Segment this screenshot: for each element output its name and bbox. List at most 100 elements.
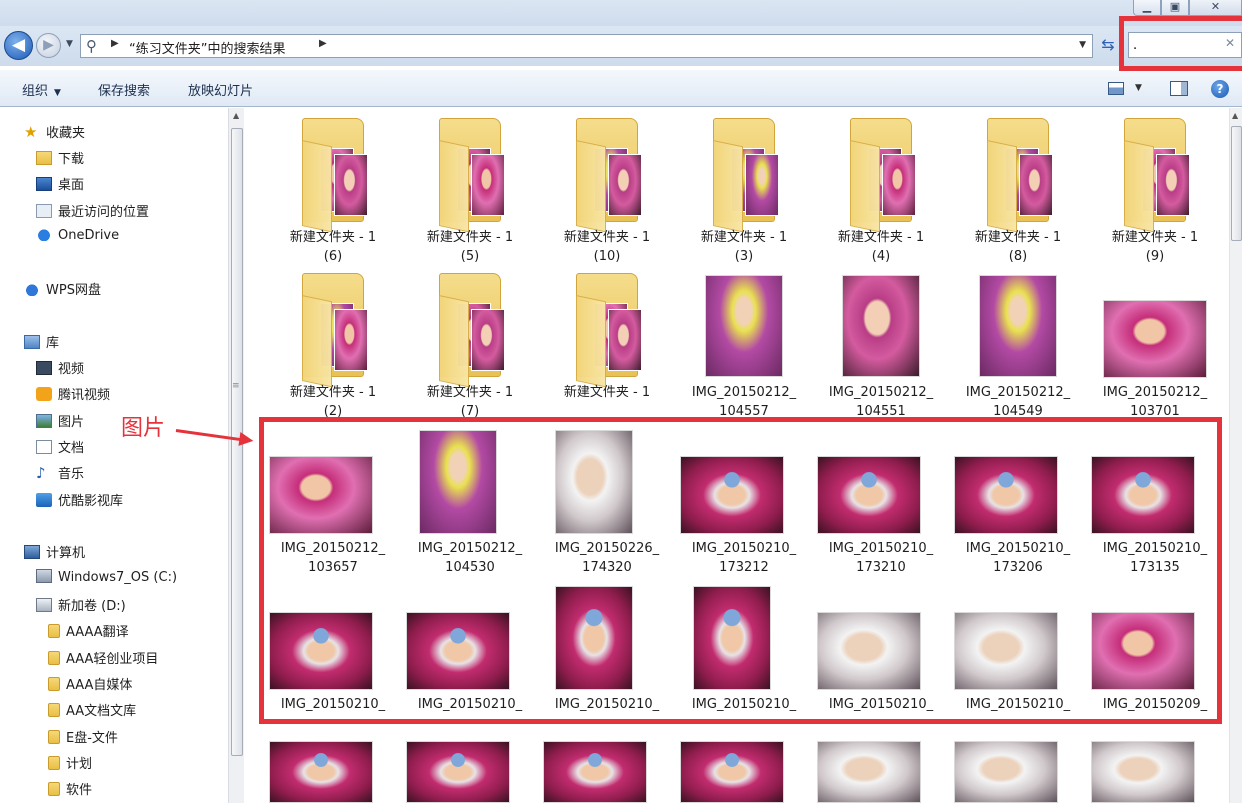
nav-documents[interactable]: 文档 bbox=[36, 437, 84, 457]
nav-scrollbar[interactable]: ▲ ≡ bbox=[228, 108, 244, 803]
help-icon[interactable]: ? bbox=[1211, 80, 1229, 98]
nav-pictures[interactable]: 图片 bbox=[36, 411, 84, 431]
item-name: IMG_20150212_ bbox=[1102, 385, 1208, 400]
title-bar: ▁ ▣ ✕ bbox=[0, 0, 1242, 26]
item-name: (4) bbox=[871, 249, 891, 264]
maximize-button[interactable]: ▣ bbox=[1161, 0, 1189, 16]
change-view-icon[interactable] bbox=[1108, 82, 1124, 95]
image-item[interactable]: IMG_20150212_ 104557 bbox=[679, 273, 809, 423]
chevron-right-icon[interactable]: ▶ bbox=[319, 38, 327, 49]
nav-label: 优酷影视库 bbox=[58, 494, 124, 509]
nav-libraries[interactable]: 库 bbox=[24, 332, 59, 352]
chevron-right-icon[interactable]: ▶ bbox=[111, 38, 119, 49]
image-thumbnail[interactable] bbox=[954, 741, 1058, 803]
nav-tencent-video[interactable]: 腾讯视频 bbox=[36, 384, 110, 404]
search-icon: ⚲ bbox=[86, 37, 97, 55]
item-name: 新建文件夹 - 1 bbox=[700, 230, 788, 245]
refresh-icon[interactable]: ⇆ bbox=[1096, 34, 1120, 58]
folder-item[interactable]: 新建文件夹 - 1 (10) bbox=[542, 118, 672, 268]
image-thumbnail[interactable] bbox=[680, 741, 784, 803]
nav-label: 计划 bbox=[66, 757, 93, 772]
nav-wps-drive[interactable]: WPS网盘 bbox=[24, 279, 101, 299]
video-library-icon bbox=[36, 361, 52, 375]
folder-icon bbox=[48, 703, 60, 717]
image-thumbnail[interactable] bbox=[269, 741, 373, 803]
library-icon bbox=[24, 335, 40, 349]
address-bar[interactable]: ⚲ ▶ “练习文件夹”中的搜索结果 ▶ ▼ bbox=[80, 34, 1093, 58]
nav-new-volume[interactable]: 新加卷 (D:) bbox=[36, 595, 126, 615]
back-button[interactable]: ◀ bbox=[4, 31, 33, 60]
folder-item[interactable]: 新建文件夹 - 1 (2) bbox=[268, 273, 398, 423]
scroll-up-icon[interactable]: ▲ bbox=[233, 111, 239, 120]
nav-onedrive[interactable]: OneDrive bbox=[36, 227, 119, 247]
image-item[interactable]: IMG_20150212_ 104551 bbox=[816, 273, 946, 423]
folder-item[interactable]: 新建文件夹 - 1 (6) bbox=[268, 118, 398, 268]
nav-folder[interactable]: AAA轻创业项目 bbox=[48, 648, 158, 668]
folder-item[interactable]: 新建文件夹 - 1 (3) bbox=[679, 118, 809, 268]
image-thumbnail[interactable] bbox=[543, 741, 647, 803]
grip-icon: ≡ bbox=[232, 381, 240, 391]
nav-label: 下载 bbox=[58, 152, 85, 167]
breadcrumb[interactable]: “练习文件夹”中的搜索结果 bbox=[129, 38, 285, 57]
nav-folder[interactable]: AAAA翻译 bbox=[48, 621, 129, 641]
nav-folder[interactable]: AA文档文库 bbox=[48, 700, 136, 720]
scroll-up-icon[interactable]: ▲ bbox=[1232, 111, 1238, 120]
documents-library-icon bbox=[36, 440, 52, 454]
item-name: IMG_20150212_ bbox=[965, 385, 1071, 400]
pictures-library-icon bbox=[36, 414, 52, 428]
nav-music[interactable]: ♪ 音乐 bbox=[36, 463, 84, 483]
minimize-button[interactable]: ▁ bbox=[1133, 0, 1161, 16]
search-highlight-box bbox=[1119, 16, 1242, 71]
nav-desktop[interactable]: 桌面 bbox=[36, 174, 84, 194]
nav-folder[interactable]: 计划 bbox=[48, 753, 92, 773]
close-button[interactable]: ✕ bbox=[1189, 0, 1242, 16]
nav-label: 桌面 bbox=[58, 178, 85, 193]
nav-favorites[interactable]: ★ 收藏夹 bbox=[24, 122, 85, 142]
nav-downloads[interactable]: 下载 bbox=[36, 148, 84, 168]
save-search-button[interactable]: 保存搜索 bbox=[98, 80, 150, 99]
nav-label: WPS网盘 bbox=[46, 283, 101, 298]
nav-youku[interactable]: 优酷影视库 bbox=[36, 490, 123, 510]
item-name: (8) bbox=[1008, 249, 1028, 264]
folder-item[interactable]: 新建文件夹 - 1 bbox=[542, 273, 672, 423]
nav-os-drive[interactable]: Windows7_OS (C:) bbox=[36, 569, 177, 589]
organize-button[interactable]: 组织 ▼ bbox=[22, 80, 61, 99]
item-name: 新建文件夹 - 1 bbox=[974, 230, 1062, 245]
folder-item[interactable]: 新建文件夹 - 1 (9) bbox=[1090, 118, 1220, 268]
folder-icon bbox=[48, 730, 60, 744]
scrollbar-thumb[interactable] bbox=[1231, 126, 1242, 241]
nav-label: 音乐 bbox=[58, 467, 85, 482]
nav-computer[interactable]: 计算机 bbox=[24, 542, 85, 562]
content-scrollbar[interactable]: ▲ bbox=[1229, 108, 1242, 803]
item-name: (6) bbox=[323, 249, 343, 264]
image-thumbnail bbox=[1103, 300, 1207, 378]
image-thumbnail[interactable] bbox=[1091, 741, 1195, 803]
nav-folder[interactable]: E盘-文件 bbox=[48, 727, 118, 747]
image-thumbnail[interactable] bbox=[406, 741, 510, 803]
forward-button[interactable]: ▶ bbox=[36, 33, 61, 58]
folder-item[interactable]: 新建文件夹 - 1 (4) bbox=[816, 118, 946, 268]
image-item[interactable]: IMG_20150212_ 103701 bbox=[1090, 273, 1220, 423]
organize-label: 组织 bbox=[22, 84, 49, 99]
recent-pages-dropdown-icon[interactable]: ▼ bbox=[66, 39, 73, 49]
nav-label: 文档 bbox=[58, 441, 85, 456]
image-item[interactable]: IMG_20150212_ 104549 bbox=[953, 273, 1083, 423]
folder-item[interactable]: 新建文件夹 - 1 (5) bbox=[405, 118, 535, 268]
folder-thumbnail bbox=[983, 118, 1059, 233]
folder-item[interactable]: 新建文件夹 - 1 (8) bbox=[953, 118, 1083, 268]
item-name: 新建文件夹 - 1 bbox=[837, 230, 925, 245]
music-note-icon: ♪ bbox=[36, 464, 46, 482]
preview-pane-icon[interactable] bbox=[1170, 81, 1188, 96]
nav-label: 图片 bbox=[58, 415, 85, 430]
folder-item[interactable]: 新建文件夹 - 1 (7) bbox=[405, 273, 535, 423]
slideshow-button[interactable]: 放映幻灯片 bbox=[188, 80, 253, 99]
address-dropdown-icon[interactable]: ▼ bbox=[1079, 40, 1086, 50]
nav-folder[interactable]: 软件 bbox=[48, 779, 92, 799]
view-options-dropdown-icon[interactable]: ▼ bbox=[1135, 83, 1142, 93]
nav-folder[interactable]: AAA自媒体 bbox=[48, 674, 132, 694]
star-icon: ★ bbox=[24, 123, 38, 141]
nav-recent-places[interactable]: 最近访问的位置 bbox=[36, 201, 149, 221]
image-thumbnail[interactable] bbox=[817, 741, 921, 803]
nav-videos[interactable]: 视频 bbox=[36, 358, 84, 378]
item-name: 新建文件夹 - 1 bbox=[563, 385, 651, 400]
